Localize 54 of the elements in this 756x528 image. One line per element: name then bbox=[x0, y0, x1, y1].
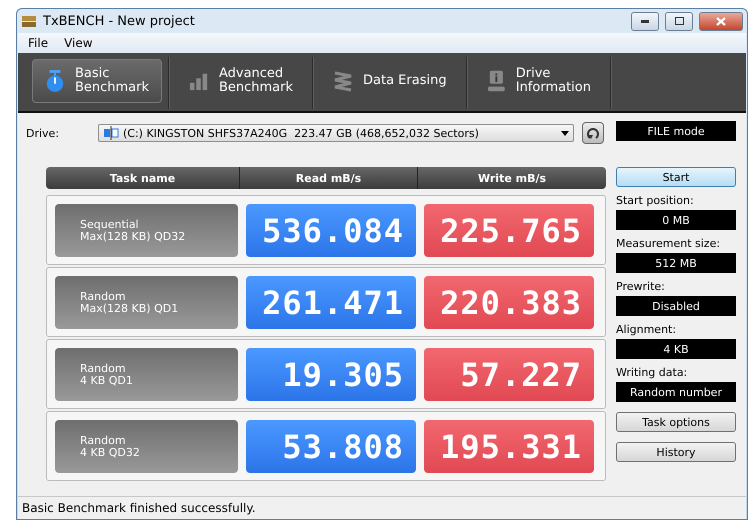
maximize-button[interactable] bbox=[665, 12, 693, 30]
task-name: Sequential Max(128 KB) QD32 bbox=[55, 204, 238, 257]
setting-value: Random number bbox=[616, 382, 736, 402]
close-icon bbox=[716, 16, 726, 26]
maximize-icon bbox=[674, 17, 684, 25]
write-score: 57.227 bbox=[424, 348, 594, 401]
app-icon bbox=[21, 14, 37, 28]
side-button[interactable]: Task options bbox=[616, 412, 736, 432]
toolbar-tab[interactable]: Basic Benchmark bbox=[32, 59, 162, 103]
window-title: TxBENCH - New project bbox=[43, 14, 196, 28]
write-score: 220.383 bbox=[424, 276, 594, 329]
drive-icon bbox=[103, 126, 119, 140]
task-name: Random 4 KB QD1 bbox=[55, 348, 238, 401]
setting-label: Writing data: bbox=[616, 366, 688, 379]
drive-label: Drive: bbox=[26, 126, 60, 140]
refresh-icon bbox=[586, 126, 600, 140]
menu-item[interactable]: File bbox=[22, 36, 54, 50]
drive-dropdown[interactable]: (C:) KINGSTON SHFS37A240G 223.47 GB (468,652,032 Sectors) bbox=[98, 124, 574, 142]
setting-label: Measurement size: bbox=[616, 237, 722, 250]
toolbar-tab[interactable]: Drive Information bbox=[474, 59, 604, 103]
column-header: Read mB/s bbox=[239, 167, 417, 189]
setting-label: Prewrite: bbox=[616, 280, 666, 293]
start-button[interactable]: Start bbox=[616, 167, 736, 187]
task-name: Random Max(128 KB) QD1 bbox=[55, 276, 238, 329]
side-button[interactable]: History bbox=[616, 442, 736, 462]
drive-info-icon bbox=[487, 69, 506, 93]
stopwatch-icon bbox=[45, 68, 65, 94]
toolbar-tab[interactable]: Data Erasing bbox=[320, 59, 460, 103]
read-score: 536.084 bbox=[246, 204, 416, 257]
task-name: Random 4 KB QD32 bbox=[55, 420, 238, 473]
spring-icon bbox=[333, 70, 353, 92]
column-header: Task name bbox=[108, 170, 176, 186]
read-score: 53.808 bbox=[246, 420, 416, 473]
setting-value: 512 MB bbox=[616, 253, 736, 273]
minimize-button[interactable] bbox=[631, 12, 659, 30]
menu-item[interactable]: View bbox=[58, 36, 99, 50]
read-score: 261.471 bbox=[246, 276, 416, 329]
setting-value: Disabled bbox=[616, 296, 736, 316]
column-header: Write mB/s bbox=[417, 167, 606, 189]
minimize-icon bbox=[641, 20, 649, 22]
close-button[interactable] bbox=[699, 12, 743, 30]
write-score: 225.765 bbox=[424, 204, 594, 257]
setting-value: 4 KB bbox=[616, 339, 736, 359]
mode-display: FILE mode bbox=[616, 121, 736, 141]
setting-label: Start position: bbox=[616, 194, 695, 207]
setting-label: Alignment: bbox=[616, 323, 678, 336]
bar-chart-icon bbox=[189, 71, 209, 91]
caret-icon bbox=[561, 130, 569, 136]
status-text: Basic Benchmark finished successfully. bbox=[22, 501, 256, 515]
read-score: 19.305 bbox=[246, 348, 416, 401]
toolbar-tab[interactable]: Advanced Benchmark bbox=[176, 59, 306, 103]
setting-value: 0 MB bbox=[616, 210, 736, 230]
refresh-button[interactable] bbox=[582, 122, 604, 144]
write-score: 195.331 bbox=[424, 420, 594, 473]
